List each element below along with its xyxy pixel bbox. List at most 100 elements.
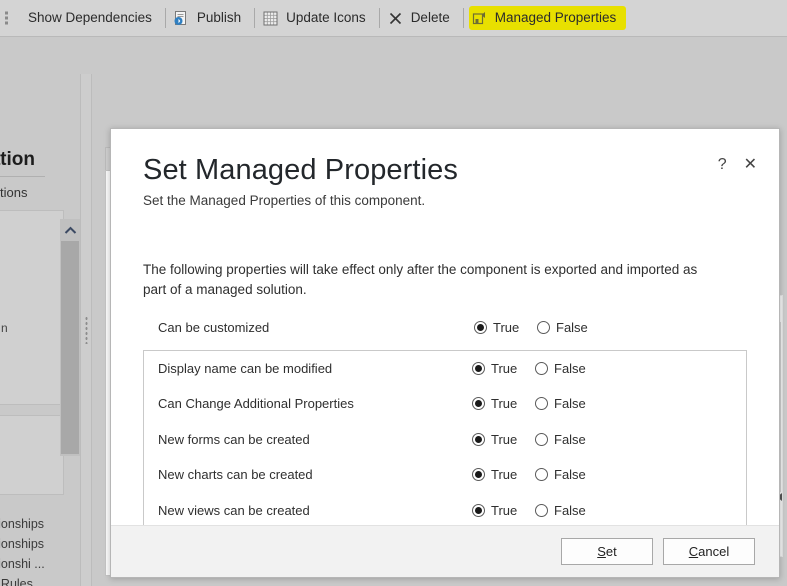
radio-option-true[interactable]: True xyxy=(472,361,535,376)
radio-label-true: True xyxy=(491,502,518,518)
dialog-title: Set Managed Properties xyxy=(143,154,458,186)
radio-option-true[interactable]: True xyxy=(472,432,535,447)
help-icon[interactable]: ? xyxy=(718,157,727,173)
page-title: nation xyxy=(0,149,45,177)
radio-label-false: False xyxy=(554,502,586,518)
set-managed-properties-dialog: Set Managed Properties Set the Managed P… xyxy=(110,128,780,578)
radio-group: True False xyxy=(472,503,598,518)
toolbar-separator xyxy=(462,8,464,28)
radio-option-false[interactable]: False xyxy=(535,467,598,482)
section-label: mptions xyxy=(0,185,28,200)
sidebar-item-relationships-2[interactable]: elationships xyxy=(0,534,78,554)
radio-label-true: True xyxy=(491,431,518,447)
radio-option-true[interactable]: True xyxy=(472,467,535,482)
property-row: Can Change Additional Properties True Fa… xyxy=(144,386,746,422)
set-button-rest: et xyxy=(605,544,617,559)
radio-option-true[interactable]: True xyxy=(472,396,535,411)
property-label: Display name can be modified xyxy=(158,360,333,376)
radio-label-true: True xyxy=(491,467,518,483)
managed-properties-icon xyxy=(472,11,485,24)
left-panel-text: n xyxy=(1,321,8,335)
property-label: New views can be created xyxy=(158,502,310,518)
dialog-notice: The following properties will take effec… xyxy=(143,262,698,298)
toolbar-button-publish[interactable]: Publish xyxy=(169,4,251,32)
dependencies-icon xyxy=(5,11,8,24)
toolbar-button-update-icons[interactable]: Update Icons xyxy=(258,4,376,32)
left-scroll-up-button[interactable] xyxy=(60,221,80,239)
dialog-body: The following properties will take effec… xyxy=(111,208,779,525)
radio-group: True False xyxy=(474,320,600,335)
radio-option-false[interactable]: False xyxy=(535,503,598,518)
radio-option-false[interactable]: False xyxy=(535,361,598,376)
radio-button-true[interactable] xyxy=(472,361,485,375)
property-row: New charts can be created True False xyxy=(144,457,746,493)
sidebar-nav-list: elationships elationships elationshi ...… xyxy=(0,514,78,586)
radio-label-false: False xyxy=(554,360,586,376)
app-root: Show Dependencies Publish Update Icons D… xyxy=(0,0,787,586)
radio-button-true[interactable] xyxy=(472,432,485,446)
left-pane-scrollbar[interactable] xyxy=(60,219,80,456)
splitter-grip-icon xyxy=(85,316,88,344)
radio-group: True False xyxy=(472,361,598,376)
radio-button-false[interactable] xyxy=(535,503,548,517)
toolbar-label-managed-properties: Managed Properties xyxy=(494,10,617,26)
radio-button-false[interactable] xyxy=(535,397,548,411)
radio-button-false[interactable] xyxy=(535,432,548,446)
pane-splitter[interactable] xyxy=(80,74,92,586)
radio-option-false[interactable]: False xyxy=(535,432,598,447)
radio-button-true[interactable] xyxy=(472,397,485,411)
radio-label-false: False xyxy=(556,320,588,336)
dialog-header-actions: ? ✕ xyxy=(718,157,757,173)
toolbar-button-managed-properties[interactable]: Managed Properties xyxy=(467,4,627,32)
radio-button-false[interactable] xyxy=(537,321,550,335)
left-scroll-thumb[interactable] xyxy=(61,241,79,454)
set-button[interactable]: Set xyxy=(561,538,653,565)
managed-properties-list: Display name can be modified True False xyxy=(143,349,747,525)
toolbar-label-publish: Publish xyxy=(196,10,242,26)
radio-group: True False xyxy=(472,396,598,411)
cancel-button-accel: C xyxy=(688,544,699,559)
delete-icon xyxy=(389,12,401,24)
sidebar-item-business-rules[interactable]: ess Rules xyxy=(0,574,78,586)
radio-group: True False xyxy=(472,432,598,447)
left-panel-primary: n xyxy=(0,210,64,405)
sidebar-item-relationships-1[interactable]: elationships xyxy=(0,514,78,534)
radio-button-false[interactable] xyxy=(535,361,548,375)
property-label: Can be customized xyxy=(158,320,270,336)
toolbar-separator xyxy=(254,8,256,28)
dialog-footer: Set Cancel xyxy=(111,525,779,577)
set-button-accel: S xyxy=(597,544,606,559)
toolbar-separator xyxy=(378,8,380,28)
left-pane: nation mptions n elationships elationshi… xyxy=(0,74,80,586)
radio-button-true[interactable] xyxy=(474,321,487,335)
toolbar-button-show-dependencies[interactable]: Show Dependencies xyxy=(0,4,162,32)
close-icon[interactable]: ✕ xyxy=(744,157,757,173)
property-label: New charts can be created xyxy=(158,467,313,483)
radio-option-true[interactable]: True xyxy=(472,503,535,518)
update-icons-icon xyxy=(263,11,278,25)
property-label: New forms can be created xyxy=(158,431,310,447)
cancel-button[interactable]: Cancel xyxy=(663,538,755,565)
radio-label-true: True xyxy=(493,320,520,336)
sidebar-item-relationships-3[interactable]: elationshi ... xyxy=(0,554,78,574)
radio-button-true[interactable] xyxy=(472,468,485,482)
publish-icon xyxy=(174,10,186,25)
radio-option-false[interactable]: False xyxy=(537,320,600,335)
left-panel-secondary xyxy=(0,415,64,495)
command-toolbar: Show Dependencies Publish Update Icons D… xyxy=(0,0,787,37)
property-label: Can Change Additional Properties xyxy=(158,396,354,412)
radio-label-true: True xyxy=(491,360,518,376)
radio-button-true[interactable] xyxy=(472,503,485,517)
property-row: New forms can be created True False xyxy=(144,422,746,458)
property-row: New views can be created True False xyxy=(144,493,746,525)
radio-option-true[interactable]: True xyxy=(474,320,537,335)
toolbar-label-update-icons: Update Icons xyxy=(286,10,366,26)
radio-label-false: False xyxy=(554,467,586,483)
toolbar-button-delete[interactable]: Delete xyxy=(383,4,460,32)
toolbar-label-delete: Delete xyxy=(410,10,450,26)
cancel-button-rest: ancel xyxy=(698,544,730,559)
radio-button-false[interactable] xyxy=(535,468,548,482)
radio-option-false[interactable]: False xyxy=(535,396,598,411)
radio-label-true: True xyxy=(491,396,518,412)
property-row: Display name can be modified True False xyxy=(144,351,746,387)
